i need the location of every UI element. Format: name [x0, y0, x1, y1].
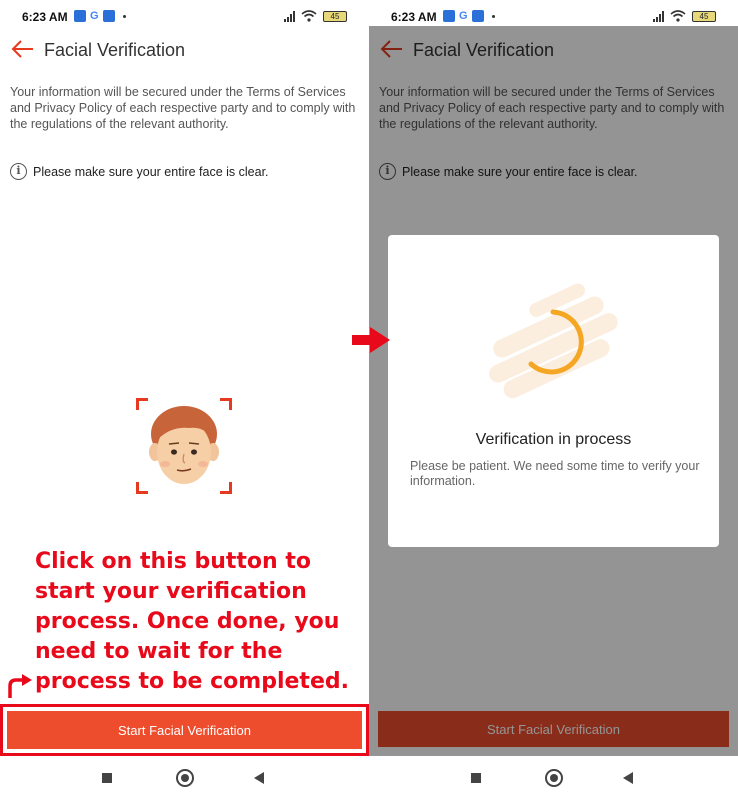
curved-arrow-icon: [8, 674, 32, 698]
face-hint-text: Please make sure your entire face is cle…: [33, 164, 269, 179]
home-button[interactable]: [545, 769, 563, 787]
recents-button[interactable]: [471, 773, 481, 783]
back-arrow-icon: [11, 40, 33, 58]
signal-icon: [284, 10, 295, 22]
app-notification-icon: [443, 10, 455, 22]
face-frame: [136, 398, 232, 494]
nav-back-button[interactable]: [623, 772, 633, 784]
face-illustration: [149, 406, 219, 484]
recents-button[interactable]: [102, 773, 112, 783]
app-notification-icon: [471, 10, 484, 22]
signal-icon: [653, 10, 664, 22]
page-title: Facial Verification: [44, 40, 186, 60]
navigation-bar: [369, 756, 738, 800]
more-notifications-icon: [491, 14, 495, 18]
modal-title: Verification in process: [475, 431, 632, 448]
system-icons: 45: [284, 10, 347, 22]
google-icon: G: [90, 10, 99, 22]
left-screen: 6:23 AM G 45 Facial Verification Your in…: [0, 0, 369, 800]
privacy-info: Your information will be secured under t…: [10, 85, 356, 131]
notification-icons: G: [74, 10, 126, 22]
home-button[interactable]: [176, 769, 194, 787]
wifi-icon: [670, 10, 686, 22]
header: Facial Verification: [0, 32, 369, 68]
right-screen: 6:23 AM G 45 Facial Verification Your in…: [369, 0, 738, 800]
verification-modal: Verification in process Please be patien…: [388, 235, 719, 547]
wifi-icon: [301, 10, 317, 22]
nav-back-button[interactable]: [254, 772, 264, 784]
app-notification-icon: [102, 10, 115, 22]
battery-icon: 45: [692, 10, 716, 22]
navigation-bar: [0, 756, 369, 800]
modal-message: Please be patient. We need some time to …: [410, 459, 700, 488]
system-icons: 45: [653, 10, 716, 22]
battery-icon: 45: [323, 10, 347, 22]
start-button-highlight: Start Facial Verification: [0, 704, 369, 756]
more-notifications-icon: [122, 14, 126, 18]
app-notification-icon: [74, 10, 86, 22]
status-bar: 6:23 AM G 45: [0, 0, 369, 32]
status-time: 6:23 AM: [22, 10, 68, 24]
notification-icons: G: [443, 10, 495, 22]
google-icon: G: [459, 10, 468, 22]
status-time: 6:23 AM: [391, 10, 437, 24]
red-arrow-icon: [352, 327, 390, 353]
spinner-icon: [489, 283, 618, 399]
start-facial-verification-button[interactable]: Start Facial Verification: [7, 711, 362, 749]
face-hint: i Please make sure your entire face is c…: [10, 163, 269, 180]
instruction-annotation: Click on this button to start your verif…: [35, 549, 349, 694]
info-icon: i: [10, 163, 27, 180]
back-button[interactable]: [10, 36, 36, 62]
